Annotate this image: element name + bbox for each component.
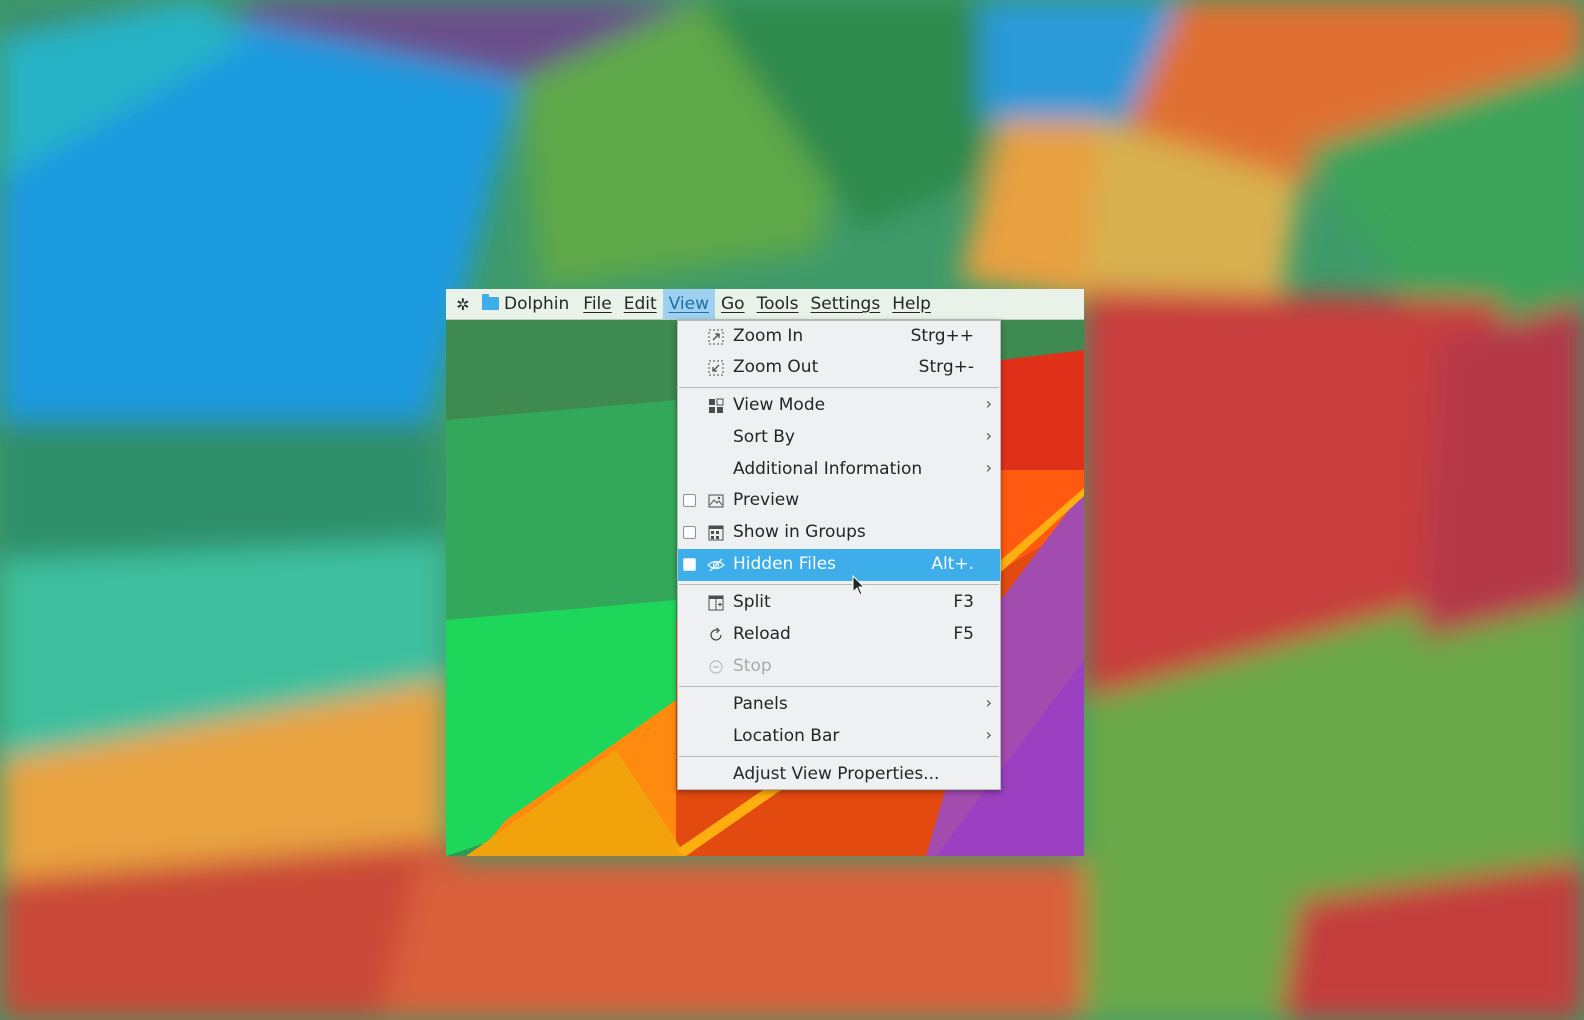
menu-separator: [679, 686, 999, 687]
menu-help[interactable]: Help: [886, 289, 937, 319]
menu-item-stop[interactable]: Stop: [678, 651, 1000, 683]
menu-separator: [679, 756, 999, 757]
menu-item-hidden-files[interactable]: Hidden Files Alt+.: [678, 549, 1000, 581]
view-mode-icon: [707, 397, 725, 415]
menu-file[interactable]: File: [577, 289, 617, 319]
menu-separator: [679, 584, 999, 585]
mouse-cursor-icon: [852, 574, 866, 597]
stop-icon: [707, 658, 725, 676]
zoom-in-icon: [707, 328, 725, 346]
menu-item-panels[interactable]: Panels ›: [678, 689, 1000, 721]
menu-item-view-mode[interactable]: View Mode ›: [678, 390, 1000, 422]
menu-view[interactable]: View: [662, 289, 715, 319]
submenu-arrow-icon: ›: [985, 693, 992, 712]
app-name-label: Dolphin: [504, 294, 570, 314]
menu-go[interactable]: Go: [715, 289, 751, 319]
hidden-icon: [707, 556, 725, 574]
menu-item-additional-information[interactable]: Additional Information ›: [678, 454, 1000, 486]
menu-item-split[interactable]: Split F3: [678, 587, 1000, 619]
image-icon: [707, 492, 725, 510]
submenu-arrow-icon: ›: [985, 725, 992, 744]
view-menu-dropdown: Zoom In Strg++ Zoom Out Strg+- View Mode…: [677, 320, 1001, 790]
menu-item-location-bar[interactable]: Location Bar ›: [678, 721, 1000, 753]
menu-item-reload[interactable]: Reload F5: [678, 619, 1000, 651]
menu-item-show-in-groups[interactable]: Show in Groups: [678, 517, 1000, 549]
show-in-groups-checkbox[interactable]: [683, 526, 696, 539]
zoom-out-icon: [707, 359, 725, 377]
menu-item-zoom-out[interactable]: Zoom Out Strg+-: [678, 352, 1000, 384]
menu-item-zoom-in[interactable]: Zoom In Strg++: [678, 321, 1000, 353]
folder-icon: [482, 293, 499, 310]
menu-edit[interactable]: Edit: [618, 289, 663, 319]
menu-separator: [679, 387, 999, 388]
submenu-arrow-icon: ›: [985, 394, 992, 413]
groups-icon: [707, 524, 725, 542]
reload-icon: [707, 626, 725, 644]
menu-tools[interactable]: Tools: [751, 289, 805, 319]
menu-item-preview[interactable]: Preview: [678, 485, 1000, 517]
global-menu-bar: ✲ Dolphin File Edit View Go Tools Settin…: [446, 289, 1084, 320]
preview-checkbox[interactable]: [683, 494, 696, 507]
split-icon: [707, 594, 725, 612]
app-name-menu[interactable]: Dolphin: [478, 289, 577, 319]
menu-settings[interactable]: Settings: [804, 289, 886, 319]
submenu-arrow-icon: ›: [985, 458, 992, 477]
menu-item-adjust-view-properties[interactable]: Adjust View Properties...: [678, 759, 1000, 791]
hidden-files-checkbox[interactable]: [683, 558, 696, 571]
menu-item-sort-by[interactable]: Sort By ›: [678, 422, 1000, 454]
kde-icon[interactable]: ✲: [448, 289, 478, 319]
submenu-arrow-icon: ›: [985, 426, 992, 445]
